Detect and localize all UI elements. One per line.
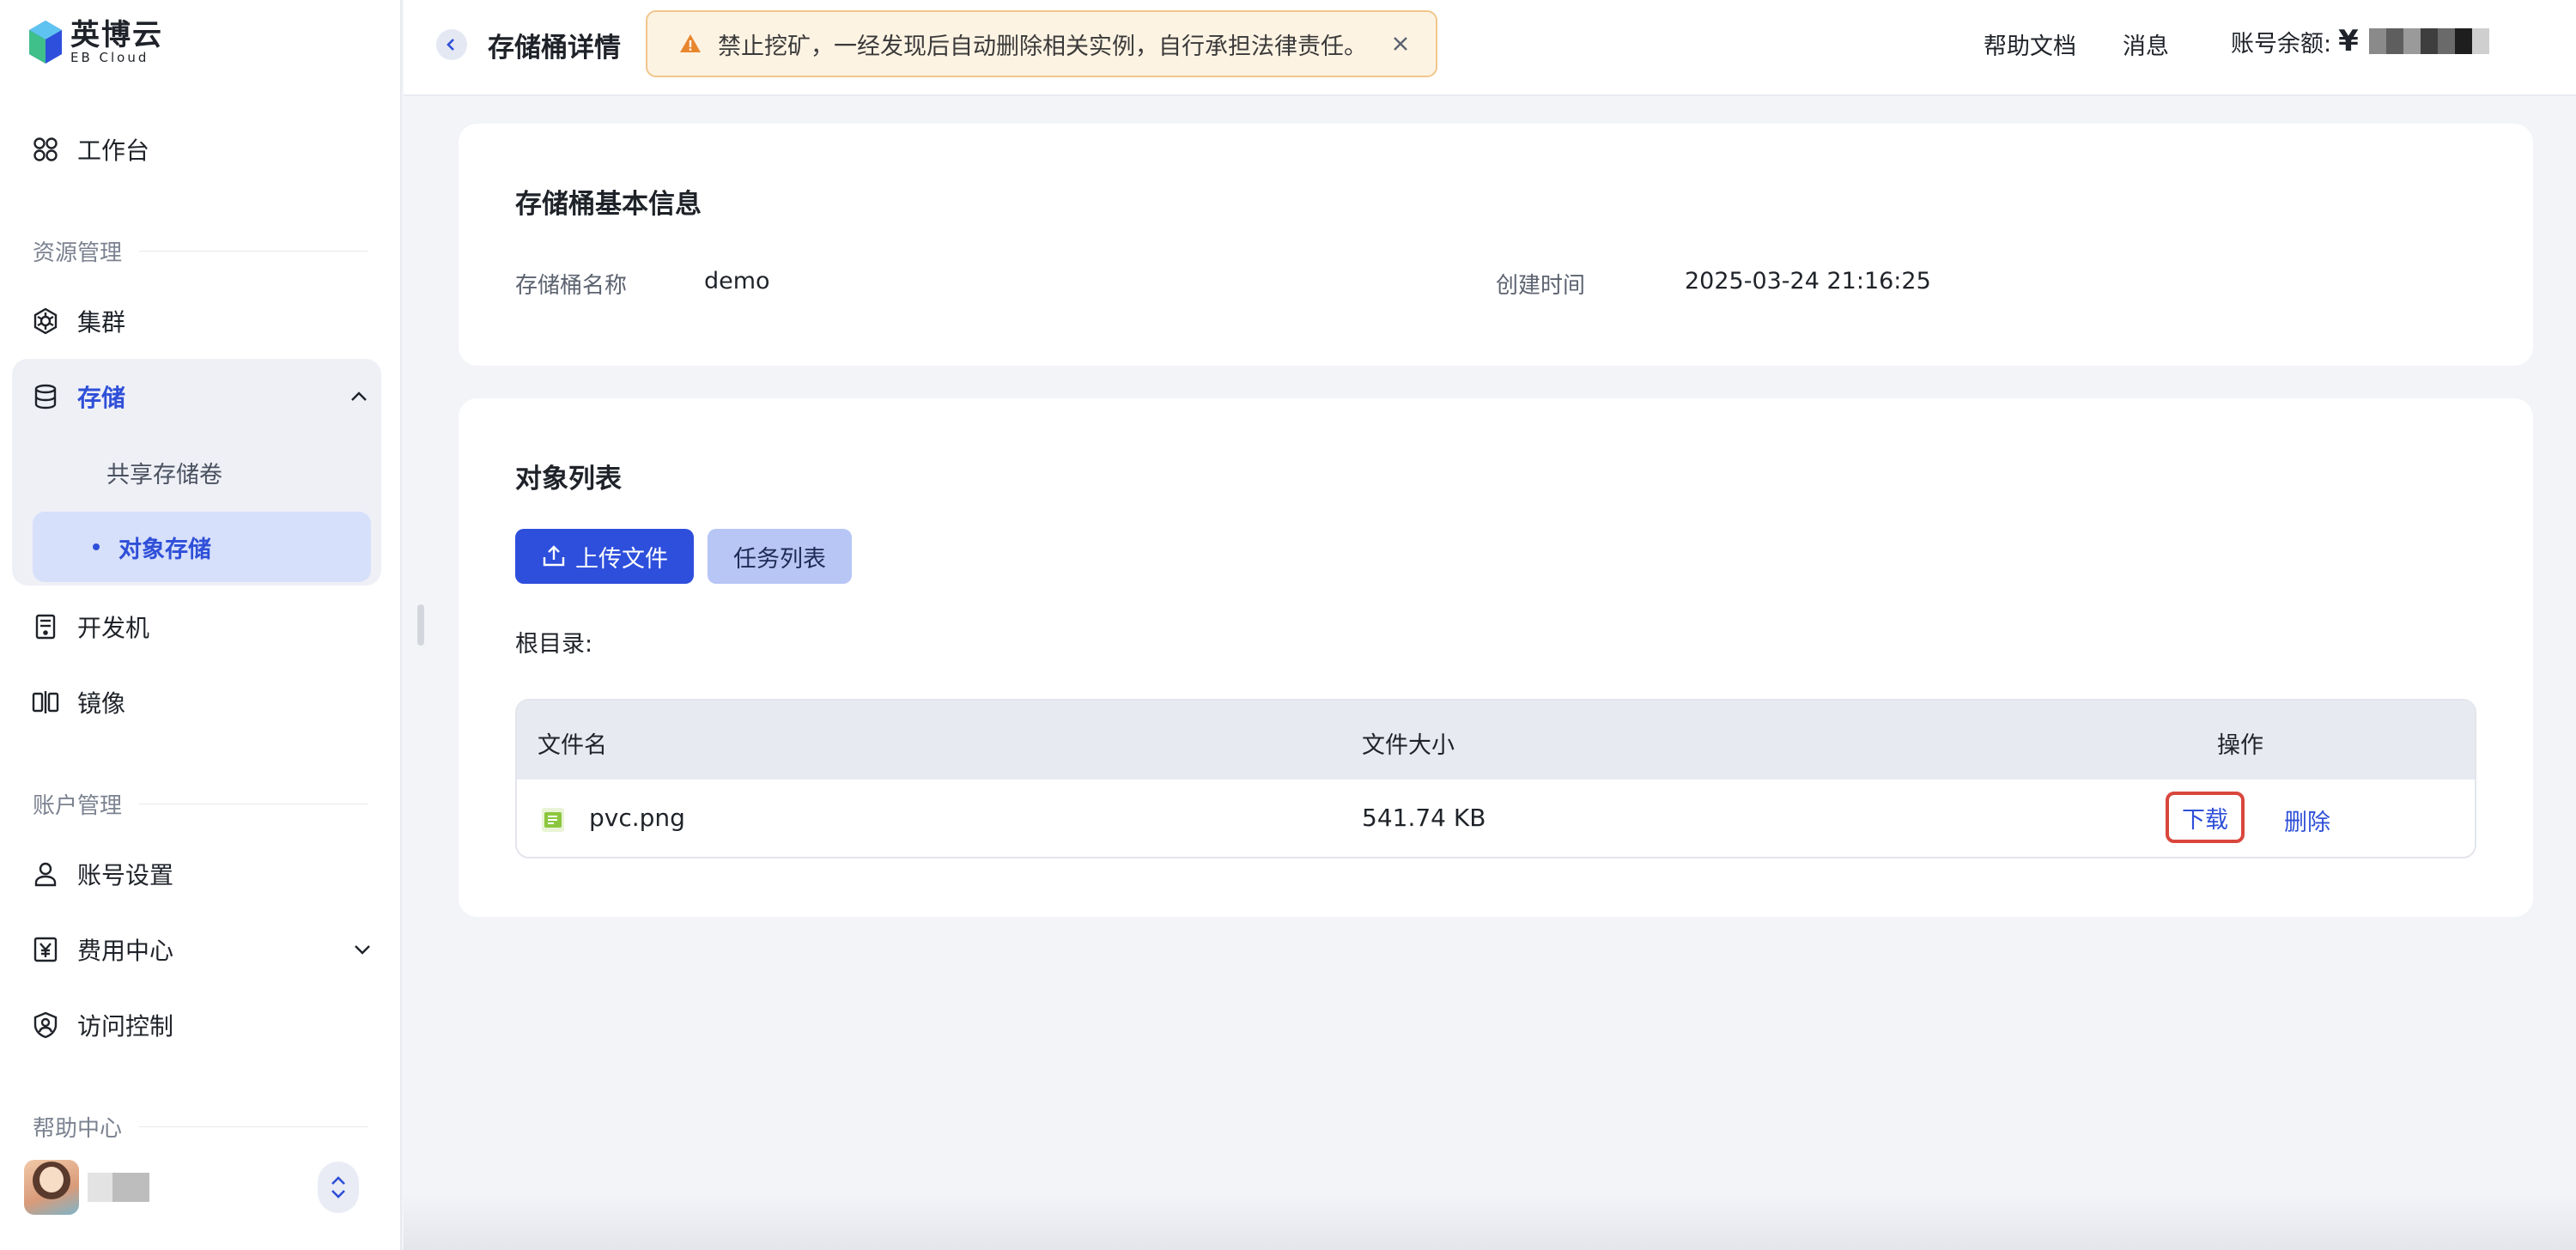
section-label-text: 资源管理 (33, 240, 123, 266)
help-docs-link[interactable]: 帮助文档 (1984, 27, 2076, 61)
file-image-icon (542, 808, 564, 832)
bottom-shadow (404, 1193, 2576, 1250)
upload-button-label: 上传文件 (575, 545, 668, 573)
user-profile[interactable] (24, 1159, 368, 1216)
object-table: 文件名 文件大小 操作 pvc.png 541.74 KB 下载 删除 (515, 699, 2476, 859)
devbox-icon (31, 612, 60, 641)
sidebar-item-label: 开发机 (77, 614, 150, 642)
brand-name: 英博云 (70, 18, 163, 52)
bucket-info-title: 存储桶基本信息 (515, 189, 702, 220)
upload-file-button[interactable]: 上传文件 (515, 529, 694, 584)
active-dot (93, 543, 100, 550)
file-size: 541.74 KB (1362, 804, 1486, 832)
delete-button[interactable]: 删除 (2284, 804, 2330, 837)
chevron-up-down-icon (331, 1176, 345, 1198)
file-name-link[interactable]: pvc.png (589, 804, 685, 832)
cluster-icon (31, 306, 60, 336)
created-time-label: 创建时间 (1496, 273, 1586, 299)
sidebar-item-account-settings[interactable]: 账号设置 (31, 850, 374, 898)
user-name-redacted (88, 1173, 149, 1202)
workbench-icon (31, 135, 60, 164)
sidebar-group-storage: 存储 共享存储卷 对象存储 (12, 359, 381, 586)
sidebar-item-label: 对象存储 (118, 536, 211, 563)
account-balance[interactable]: 账号余额: ¥ (2231, 24, 2489, 58)
sidebar-item-object-storage[interactable]: 对象存储 (33, 512, 371, 582)
sidebar-item-image[interactable]: 镜像 (31, 678, 374, 726)
back-button[interactable] (436, 29, 467, 60)
sidebar-item-label: 账号设置 (77, 861, 174, 889)
yen-icon (31, 935, 60, 964)
sidebar-item-access-control[interactable]: 访问控制 (31, 1001, 374, 1049)
column-header-filesize: 文件大小 (1362, 732, 1455, 759)
column-header-actions: 操作 (2217, 732, 2263, 759)
sidebar-item-label: 镜像 (77, 689, 126, 718)
section-label-resource: 资源管理 (33, 234, 368, 268)
section-divider (139, 250, 368, 252)
brand-logo-icon (29, 21, 62, 64)
section-label-text: 帮助中心 (33, 1115, 123, 1142)
section-label-help: 帮助中心 (33, 1109, 368, 1144)
account-switch-button[interactable] (318, 1162, 359, 1213)
user-icon (31, 859, 60, 889)
sidebar-item-label: 存储 (77, 384, 126, 412)
table-row: pvc.png 541.74 KB 下载 删除 (517, 780, 2475, 857)
shield-icon (31, 1010, 60, 1040)
section-label-text: 账户管理 (33, 792, 123, 819)
sidebar-item-devbox[interactable]: 开发机 (31, 603, 374, 651)
warning-icon (680, 34, 701, 52)
root-directory-label: 根目录: (515, 631, 593, 658)
sidebar-item-label: 访问控制 (77, 1012, 174, 1041)
section-divider (139, 1126, 368, 1127)
balance-value-redacted (2368, 28, 2489, 54)
bucket-name-label: 存储桶名称 (515, 273, 628, 299)
brand-name-en: EB Cloud (70, 50, 149, 65)
sidebar: 英博云 EB Cloud 工作台 资源管理 集群 存储 共享存储卷 对象存储 开… (0, 0, 402, 1250)
column-header-filename: 文件名 (538, 732, 607, 759)
sidebar-item-label: 费用中心 (77, 937, 174, 965)
warning-text: 禁止挖矿，一经发现后自动删除相关实例，自行承担法律责任。 (718, 33, 1367, 60)
table-header: 文件名 文件大小 操作 (517, 701, 2475, 780)
currency-symbol: ¥ (2338, 24, 2359, 58)
sidebar-item-storage[interactable]: 存储 (31, 373, 371, 421)
image-icon (31, 688, 60, 717)
avatar[interactable] (24, 1160, 79, 1215)
storage-icon (31, 382, 60, 411)
sidebar-item-label: 工作台 (77, 137, 150, 165)
sidebar-resize-handle[interactable] (417, 604, 424, 646)
bucket-name-value: demo (704, 268, 770, 294)
close-icon[interactable] (1388, 31, 1413, 57)
brand-logo[interactable]: 英博云 EB Cloud (27, 19, 163, 65)
back-icon (447, 39, 454, 51)
download-button[interactable]: 下载 (2166, 792, 2245, 843)
page-title: 存储桶详情 (488, 33, 621, 64)
sidebar-item-shared-volume[interactable]: 共享存储卷 (106, 450, 222, 495)
top-header: 存储桶详情 禁止挖矿，一经发现后自动删除相关实例，自行承担法律责任。 帮助文档 … (404, 0, 2576, 96)
section-label-account: 账户管理 (33, 786, 368, 821)
sidebar-item-workbench[interactable]: 工作台 (31, 125, 374, 173)
sidebar-item-billing[interactable]: 费用中心 (31, 925, 374, 974)
warning-banner: 禁止挖矿，一经发现后自动删除相关实例，自行承担法律责任。 (646, 10, 1437, 77)
object-list-card: 对象列表 上传文件 任务列表 根目录: 文件名 文件大小 操作 pvc.png … (459, 398, 2533, 917)
task-list-button[interactable]: 任务列表 (708, 529, 852, 584)
balance-label: 账号余额: (2231, 30, 2332, 58)
sidebar-item-cluster[interactable]: 集群 (31, 297, 374, 345)
upload-icon (543, 545, 565, 567)
chevron-down-icon[interactable] (350, 937, 374, 962)
bucket-info-card: 存储桶基本信息 存储桶名称 demo 创建时间 2025-03-24 21:16… (459, 124, 2533, 366)
chevron-up-icon[interactable] (347, 385, 371, 409)
sidebar-item-label: 集群 (77, 308, 126, 337)
app-root: 英博云 EB Cloud 工作台 资源管理 集群 存储 共享存储卷 对象存储 开… (0, 0, 2576, 1250)
object-list-title: 对象列表 (515, 464, 622, 495)
created-time-value: 2025-03-24 21:16:25 (1685, 268, 1931, 294)
messages-link[interactable]: 消息 (2123, 27, 2169, 61)
